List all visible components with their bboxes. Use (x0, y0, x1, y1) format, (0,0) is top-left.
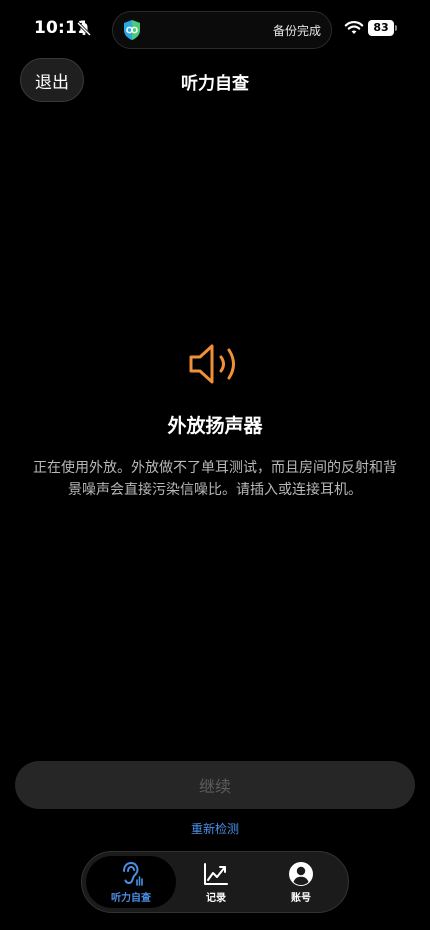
dynamic-island[interactable]: 备份完成 (112, 11, 332, 49)
tab-label: 记录 (206, 892, 226, 904)
speaker-icon (189, 344, 235, 384)
bell-muted-icon (76, 21, 92, 37)
trend-chart-icon (204, 862, 228, 885)
headline: 外放扬声器 (167, 415, 263, 437)
wifi-icon (344, 21, 364, 34)
tab-hearing-check[interactable]: 听力自查 (86, 856, 176, 908)
battery-tip (395, 25, 397, 31)
tab-label: 听力自查 (111, 892, 151, 904)
backup-app-icon (124, 20, 140, 40)
tab-bar: 听力自查 记录 账号 (81, 851, 349, 913)
recheck-link[interactable]: 重新检测 (0, 820, 430, 837)
description-text: 正在使用外放。外放做不了单耳测试，而且房间的反射和背景噪声会直接污染信噪比。请插… (33, 460, 397, 498)
tab-account[interactable]: 账号 (256, 856, 346, 908)
account-icon (289, 861, 313, 886)
tab-records[interactable]: 记录 (171, 856, 261, 908)
battery-indicator: 83 (368, 20, 398, 36)
status-bar: 10:11 备份完成 83 (0, 0, 430, 60)
page-title: 听力自查 (181, 74, 249, 94)
battery-level: 83 (368, 20, 394, 36)
continue-button[interactable]: 继续 (15, 761, 415, 809)
island-status-text: 备份完成 (272, 24, 321, 38)
tab-label: 账号 (291, 892, 311, 904)
ear-icon (123, 861, 143, 886)
